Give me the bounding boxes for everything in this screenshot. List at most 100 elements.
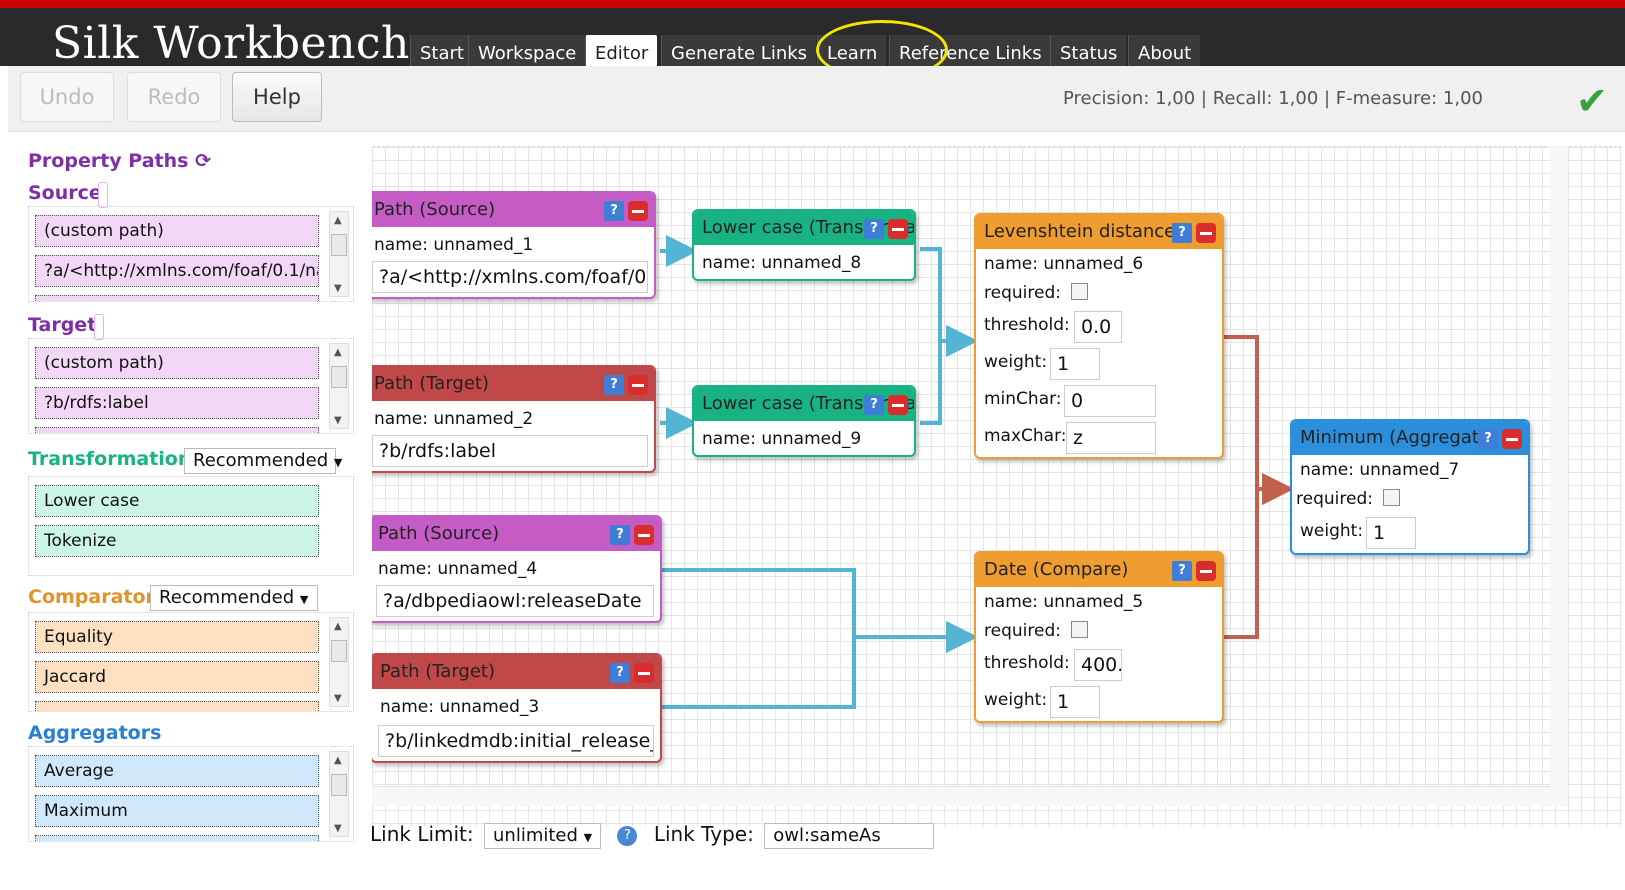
- scrollbar[interactable]: ▲ ▼: [329, 617, 349, 707]
- list-item[interactable]: [35, 295, 319, 301]
- remove-icon[interactable]: [634, 663, 654, 683]
- help-icon[interactable]: ?: [610, 525, 630, 545]
- node-title: Path (Source)?: [372, 517, 660, 551]
- weight-input[interactable]: 1: [1050, 686, 1100, 718]
- path-input[interactable]: ?a/dbpediaowl:releaseDate: [376, 585, 654, 617]
- editor-toolbar: Undo Redo Help Precision: 1,00 | Recall:…: [8, 66, 1625, 132]
- date-compare-node[interactable]: Date (Compare)? name: unnamed_5 required…: [974, 551, 1224, 723]
- help-icon[interactable]: ?: [1172, 561, 1192, 581]
- target-label: Target:: [28, 314, 104, 336]
- list-item[interactable]: ?a/<http://xmlns.com/foaf/0.1/name>: [35, 255, 319, 287]
- help-icon[interactable]: ?: [610, 663, 630, 683]
- scrollbar[interactable]: ▲ ▼: [329, 343, 349, 429]
- help-icon[interactable]: ?: [1478, 429, 1498, 449]
- list-item[interactable]: Maximum: [35, 795, 319, 827]
- help-icon[interactable]: ?: [604, 375, 624, 395]
- link-limit-select[interactable]: unlimited ▼: [484, 823, 602, 849]
- remove-icon[interactable]: [1502, 429, 1522, 449]
- list-item[interactable]: [35, 835, 319, 841]
- list-item[interactable]: Equality: [35, 621, 319, 653]
- weight-input[interactable]: 1: [1050, 348, 1100, 380]
- required-checkbox[interactable]: [1070, 283, 1088, 300]
- remove-icon[interactable]: [888, 395, 908, 415]
- target-dataset-select[interactable]: [94, 314, 104, 340]
- operator-sidebar: Property Paths ⟳ Source: (custom path) ?…: [20, 146, 364, 886]
- path-source-node[interactable]: Path (Source)? name: unnamed_1 ?a/<http:…: [372, 191, 656, 299]
- help-icon[interactable]: ?: [1172, 223, 1192, 243]
- help-icon[interactable]: ?: [604, 201, 624, 221]
- path-source-node[interactable]: Path (Source)? name: unnamed_4 ?a/dbpedi…: [372, 515, 662, 623]
- lower-case-transformation-node[interactable]: Lower case (Transformation)? name: unnam…: [692, 385, 916, 457]
- node-name: name: unnamed_1: [374, 235, 534, 255]
- help-icon[interactable]: ?: [864, 395, 884, 415]
- list-item[interactable]: (custom path): [35, 215, 319, 247]
- remove-icon[interactable]: [1196, 223, 1216, 243]
- node-title: Date (Compare)?: [976, 553, 1222, 587]
- path-input[interactable]: ?b/linkedmdb:initial_release_date: [378, 725, 654, 757]
- lower-case-transformation-node[interactable]: Lower case (Transformation)? name: unnam…: [692, 209, 916, 281]
- refresh-icon[interactable]: ⟳: [195, 150, 211, 172]
- weight-input[interactable]: 1: [1366, 517, 1416, 549]
- undo-button[interactable]: Undo: [20, 72, 114, 122]
- minchar-row: minChar: 0: [976, 381, 1222, 418]
- path-target-node[interactable]: Path (Target)? name: unnamed_2 ?b/rdfs:l…: [372, 365, 656, 473]
- path-input[interactable]: ?b/rdfs:label: [372, 435, 648, 467]
- path-target-node[interactable]: Path (Target)? name: unnamed_3 ?b/linked…: [372, 653, 662, 763]
- required-row: required:: [976, 279, 1222, 307]
- minimum-aggregate-node[interactable]: Minimum (Aggregate)? name: unnamed_7 req…: [1290, 419, 1530, 555]
- help-icon[interactable]: ?: [864, 219, 884, 239]
- remove-icon[interactable]: [888, 219, 908, 239]
- node-title: Levenshtein distance?: [976, 215, 1222, 249]
- list-item[interactable]: Average: [35, 755, 319, 787]
- list-item[interactable]: (custom path): [35, 347, 319, 379]
- maxchar-input[interactable]: z: [1066, 422, 1156, 454]
- list-item[interactable]: ?b/rdfs:label: [35, 387, 319, 419]
- help-icon[interactable]: ?: [617, 826, 638, 846]
- redo-button[interactable]: Redo: [127, 72, 221, 122]
- node-title: Minimum (Aggregate)?: [1292, 421, 1528, 455]
- threshold-input[interactable]: 400.0: [1074, 649, 1122, 681]
- threshold-input[interactable]: 0.0: [1074, 311, 1122, 343]
- remove-icon[interactable]: [634, 525, 654, 545]
- property-paths-heading: Property Paths ⟳: [28, 150, 211, 172]
- wire-path3-to-date: [662, 621, 978, 709]
- wire-path4-to-date: [662, 568, 978, 653]
- link-limit-label: Link Limit:: [370, 822, 474, 846]
- minchar-input[interactable]: 0: [1064, 385, 1156, 417]
- remove-icon[interactable]: [1196, 561, 1216, 581]
- transformations-list: Lower case Tokenize: [28, 476, 354, 576]
- list-item[interactable]: Jaccard: [35, 661, 319, 693]
- canvas-horizontal-scrollbar[interactable]: [372, 786, 1550, 806]
- node-name: name: unnamed_4: [378, 559, 538, 579]
- remove-icon[interactable]: [628, 201, 648, 221]
- required-row: required:: [976, 617, 1222, 645]
- chevron-down-icon: ▼: [299, 593, 309, 606]
- weight-row: weight: 1: [976, 344, 1222, 381]
- list-item[interactable]: Tokenize: [35, 525, 319, 557]
- canvas-vertical-scrollbar[interactable]: [1550, 146, 1568, 806]
- target-paths-list: (custom path) ?b/rdfs:label ▲ ▼: [28, 338, 354, 434]
- linkage-rule-canvas[interactable]: Path (Source)? name: unnamed_1 ?a/<http:…: [372, 146, 1622, 826]
- transformations-filter-select[interactable]: Recommended ▼: [184, 448, 342, 474]
- path-input[interactable]: ?a/<http://xmlns.com/foaf/0.1/name>: [372, 261, 648, 293]
- source-dataset-select[interactable]: [98, 182, 108, 208]
- top-navigation-bar: Silk Workbench Start Workspace Editor Ge…: [0, 0, 1625, 73]
- remove-icon[interactable]: [628, 375, 648, 395]
- node-name: name: unnamed_5: [984, 592, 1144, 612]
- scrollbar[interactable]: ▲ ▼: [329, 751, 349, 837]
- required-checkbox[interactable]: [1070, 621, 1088, 638]
- chevron-down-icon: ▼: [583, 831, 593, 844]
- list-item[interactable]: Lower case: [35, 485, 319, 517]
- levenshtein-distance-node[interactable]: Levenshtein distance? name: unnamed_6 re…: [974, 213, 1224, 459]
- node-name: name: unnamed_7: [1300, 460, 1460, 480]
- link-type-input[interactable]: owl:sameAs: [764, 823, 935, 849]
- help-button[interactable]: Help: [232, 72, 322, 122]
- scrollbar[interactable]: ▲ ▼: [329, 211, 349, 297]
- list-item[interactable]: [35, 701, 319, 711]
- node-title: Path (Target)?: [372, 367, 654, 401]
- list-item[interactable]: [35, 427, 319, 433]
- evaluation-stats: Precision: 1,00 | Recall: 1,00 | F-measu…: [1063, 88, 1483, 109]
- link-settings-bar: Link Limit: unlimited ▼ ? Link Type: owl…: [370, 822, 935, 858]
- required-checkbox[interactable]: [1382, 489, 1400, 506]
- comparators-filter-select[interactable]: Recommended ▼: [150, 585, 318, 611]
